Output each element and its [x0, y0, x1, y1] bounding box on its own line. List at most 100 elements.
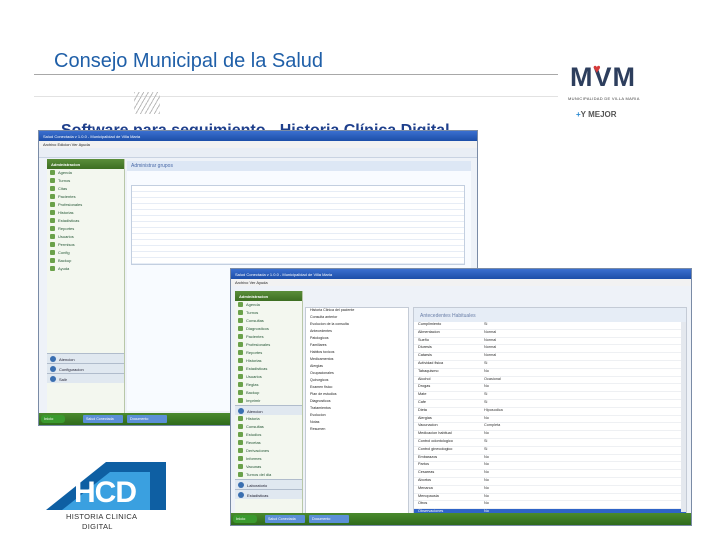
- detail-row[interactable]: Cafe Si: [414, 400, 686, 408]
- nav-item[interactable]: Agenda: [235, 301, 302, 309]
- scrollbar[interactable]: [681, 322, 686, 512]
- tree-node[interactable]: Diagnosticos: [306, 399, 408, 406]
- tree-node[interactable]: Ocupacionales: [306, 371, 408, 378]
- detail-row[interactable]: Tabaquismo No: [414, 369, 686, 377]
- nav-item[interactable]: Estadisticas: [235, 365, 302, 373]
- nav-item[interactable]: Pacientes: [235, 333, 302, 341]
- nav-header[interactable]: Administracion: [47, 159, 124, 169]
- detail-row[interactable]: Sueño Normal: [414, 338, 686, 346]
- nav-item[interactable]: Estadisticas: [47, 217, 124, 225]
- tree-node[interactable]: Examen fisico: [306, 385, 408, 392]
- nav-group[interactable]: Salir: [47, 373, 124, 383]
- nav-item[interactable]: Consultas: [235, 317, 302, 325]
- detail-row[interactable]: Control odontologico Si: [414, 439, 686, 447]
- detail-row[interactable]: Drogas No: [414, 384, 686, 393]
- detail-row[interactable]: Menarca No: [414, 486, 686, 494]
- detail-row[interactable]: Diuresis Normal: [414, 345, 686, 354]
- taskbar-button[interactable]: Documento: [127, 415, 167, 423]
- nav-item[interactable]: Pacientes: [47, 193, 124, 201]
- tree-node[interactable]: Historia Clinica del paciente: [306, 308, 408, 315]
- tree-node[interactable]: Medicamentos: [306, 357, 408, 364]
- detail-row[interactable]: Control ginecologico Si: [414, 447, 686, 455]
- detail-row[interactable]: Mate Si: [414, 392, 686, 400]
- window-menubar[interactable]: Archivo Ver Ayuda: [231, 279, 691, 286]
- nav-item[interactable]: Usuarios: [47, 233, 124, 241]
- nav-group[interactable]: Laboratorio: [235, 479, 302, 489]
- nav-item[interactable]: Historias: [235, 357, 302, 365]
- nav-item[interactable]: Turnos: [47, 177, 124, 185]
- window-menubar[interactable]: Archivo Edicion Ver Ayuda: [39, 141, 477, 148]
- nav-item[interactable]: Backup: [235, 389, 302, 397]
- detail-label: Cafe: [418, 399, 427, 404]
- tree-node[interactable]: Plan de estudios: [306, 392, 408, 399]
- detail-row[interactable]: Alimentacion Normal: [414, 330, 686, 338]
- nav-item[interactable]: Turnos: [235, 309, 302, 317]
- detail-row[interactable]: Vacunacion Completa: [414, 423, 686, 432]
- nav-item[interactable]: Agenda: [47, 169, 124, 177]
- detail-row[interactable]: Alcohol Ocasional: [414, 377, 686, 385]
- tree-node[interactable]: Evolucion de la consulta: [306, 322, 408, 329]
- nav-item[interactable]: Reportes: [235, 349, 302, 357]
- detail-value: Si: [484, 360, 488, 365]
- start-button[interactable]: Inicio: [233, 515, 257, 523]
- nav-item[interactable]: Profesionales: [235, 341, 302, 349]
- detail-row[interactable]: Actividad fisica Si: [414, 361, 686, 369]
- start-button[interactable]: Inicio: [41, 415, 65, 423]
- nav-group-attention[interactable]: Atencion: [235, 405, 302, 415]
- detail-row[interactable]: Catarsis Normal: [414, 353, 686, 361]
- nav-item[interactable]: Derivaciones: [235, 447, 302, 455]
- detail-row[interactable]: Abortos No: [414, 478, 686, 486]
- detail-row[interactable]: Alergias No: [414, 416, 686, 424]
- nav-item[interactable]: Consultas: [235, 423, 302, 431]
- nav-item[interactable]: Config: [47, 249, 124, 257]
- nav-item[interactable]: Vacunas: [235, 463, 302, 471]
- taskbar-button[interactable]: Salud Conectada: [265, 515, 305, 523]
- tree-node[interactable]: Resumen: [306, 427, 408, 434]
- nav-item[interactable]: Estudios: [235, 431, 302, 439]
- detail-label: Control odontologico: [418, 438, 453, 443]
- tree-node[interactable]: Familiares: [306, 343, 408, 350]
- nav-header[interactable]: Administracion: [235, 291, 302, 301]
- nav-item[interactable]: Reportes: [47, 225, 124, 233]
- detail-row[interactable]: Cumplimiento Si: [414, 322, 686, 330]
- tree-node[interactable]: Tratamientos: [306, 406, 408, 413]
- nav-group[interactable]: Estadisticas: [235, 489, 302, 499]
- taskbar-button[interactable]: Salud Conectada: [83, 415, 123, 423]
- tree-node[interactable]: Consulta anterior: [306, 315, 408, 322]
- nav-item[interactable]: Imprimir: [235, 397, 302, 405]
- detail-row[interactable]: Otros No: [414, 501, 686, 510]
- tree-node[interactable]: Notas: [306, 420, 408, 427]
- taskbar-button[interactable]: Documento: [309, 515, 349, 523]
- nav-group[interactable]: Atencion: [47, 353, 124, 363]
- detail-row[interactable]: Dieta Hiposodica: [414, 408, 686, 416]
- detail-row[interactable]: Embarazos No: [414, 455, 686, 463]
- nav-item[interactable]: Recetas: [235, 439, 302, 447]
- tree-node[interactable]: Evolucion: [306, 413, 408, 420]
- detail-row[interactable]: Partos No: [414, 462, 686, 471]
- nav-item[interactable]: Usuarios: [235, 373, 302, 381]
- window-titlebar[interactable]: Salud Conectada v 1.0.0 - Municipalidad …: [39, 131, 477, 141]
- nav-item[interactable]: Historia: [235, 415, 302, 423]
- tree-node[interactable]: Alergias: [306, 364, 408, 371]
- nav-item[interactable]: Citas: [47, 185, 124, 193]
- detail-row[interactable]: Cesareas No: [414, 470, 686, 478]
- detail-row[interactable]: Medicacion habitual No: [414, 431, 686, 439]
- nav-group[interactable]: Configuracion: [47, 363, 124, 373]
- tree-node[interactable]: Habitos toxicos: [306, 350, 408, 357]
- nav-item[interactable]: Permisos: [47, 241, 124, 249]
- nav-item[interactable]: Ayuda: [47, 265, 124, 273]
- nav-item[interactable]: Turnos del dia: [235, 471, 302, 479]
- tree-node[interactable]: Antecedentes: [306, 329, 408, 336]
- window-titlebar[interactable]: Salud Conectada v 1.0.0 - Municipalidad …: [231, 269, 691, 279]
- nav-item[interactable]: Backup: [47, 257, 124, 265]
- nav-item[interactable]: Reglas: [235, 381, 302, 389]
- groups-grid[interactable]: [131, 185, 465, 265]
- nav-item[interactable]: Diagnosticos: [235, 325, 302, 333]
- nav-item[interactable]: Profesionales: [47, 201, 124, 209]
- tree-node[interactable]: Quirurgicos: [306, 378, 408, 385]
- tree-node[interactable]: Patologicos: [306, 336, 408, 343]
- nav-item[interactable]: Informes: [235, 455, 302, 463]
- detail-row[interactable]: Menopausia No: [414, 494, 686, 502]
- history-tree[interactable]: Historia Clinica del paciente Consulta a…: [305, 307, 409, 517]
- nav-item[interactable]: Historias: [47, 209, 124, 217]
